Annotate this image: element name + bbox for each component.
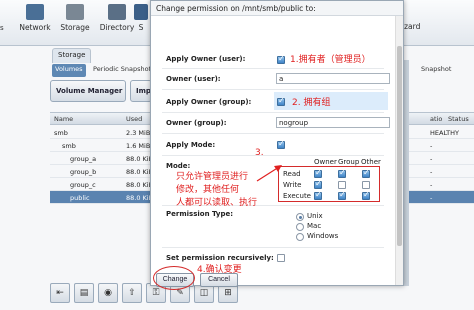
mode-label: Mode:: [166, 162, 191, 170]
upgrade-icon[interactable]: ⇧: [122, 283, 142, 303]
toolbar-wizard-label[interactable]: izard: [402, 22, 420, 31]
recursive-label: Set permission recursively:: [166, 254, 274, 262]
mode-read-owner-checkbox[interactable]: [314, 168, 322, 178]
row-status: -: [430, 181, 433, 189]
dialog-title: Change permission on /mnt/smb/public to:: [156, 4, 316, 13]
storage-icon: [66, 4, 84, 20]
toolbar-storage-label: Storage: [60, 23, 90, 32]
divider: [162, 68, 384, 69]
annotation-mode-line-1: 只允许管理员进行: [176, 172, 249, 182]
apply-owner-group-checkbox[interactable]: [277, 96, 285, 106]
mode-execute-owner-checkbox[interactable]: [314, 190, 322, 200]
col-ratio[interactable]: atio: [430, 115, 442, 123]
permission-type-mac-label: Mac: [307, 222, 322, 230]
row-used: 2.3 MiB: [126, 129, 151, 137]
row-used: 1.6 MiB: [126, 142, 151, 150]
dialog-scrollbar-thumb[interactable]: [397, 46, 402, 246]
subtab-snapshot[interactable]: Snapshot: [418, 64, 454, 77]
permission-type-windows-radio[interactable]: [296, 233, 304, 241]
cancel-button[interactable]: Cancel: [200, 273, 238, 287]
owner-user-select[interactable]: a: [276, 73, 390, 84]
apply-mode-checkbox[interactable]: [277, 139, 285, 149]
row-name: group_a: [70, 155, 97, 163]
row-status: HEALTHY: [430, 129, 459, 137]
col-used[interactable]: Used: [126, 115, 142, 123]
mode-row-write: Write: [283, 181, 302, 189]
scrub-icon[interactable]: ▤: [74, 283, 94, 303]
row-status: -: [430, 168, 433, 176]
mode-write-owner-checkbox[interactable]: [314, 179, 322, 189]
directory-icon: [108, 4, 126, 20]
mode-col-group: Group: [338, 158, 360, 166]
toolbar-storage[interactable]: Storage: [54, 4, 96, 32]
mode-write-other-checkbox[interactable]: [362, 181, 370, 189]
row-name: smb: [62, 142, 76, 150]
row-status: -: [430, 142, 433, 150]
mode-execute-group-checkbox[interactable]: [338, 190, 346, 200]
mode-execute-other-checkbox[interactable]: [362, 190, 370, 200]
toolbar-network[interactable]: Network: [14, 4, 56, 32]
row-name: group_c: [70, 181, 96, 189]
apply-owner-group-label: Apply Owner (group):: [166, 98, 252, 106]
col-name[interactable]: Name: [54, 115, 73, 123]
import-button[interactable]: Impo: [130, 80, 156, 102]
row-status: -: [430, 155, 433, 163]
divider: [162, 133, 384, 134]
change-highlight-ellipse: [153, 266, 195, 290]
mode-row-execute: Execute: [283, 192, 311, 200]
subtab-volumes[interactable]: Volumes: [52, 64, 86, 77]
toolbar-directory-label: Directory: [99, 23, 135, 32]
panel-scrollbar[interactable]: [404, 60, 409, 286]
annotation-owner-user: 1.拥有者（管理员）: [290, 55, 371, 65]
permission-type-windows-label: Windows: [307, 232, 339, 240]
row-status: -: [430, 194, 433, 202]
detach-icon[interactable]: ⇤: [50, 283, 70, 303]
dialog-titlebar[interactable]: Change permission on /mnt/smb/public to:: [151, 1, 403, 16]
permission-type-unix-radio[interactable]: [296, 213, 304, 221]
network-icon: [26, 4, 44, 20]
mode-col-owner: Owner: [314, 158, 337, 166]
row-name: group_b: [70, 168, 97, 176]
mode-col-other: Other: [361, 158, 381, 166]
tab-storage[interactable]: Storage: [52, 48, 92, 63]
divider: [162, 247, 384, 248]
sharing-icon: [134, 4, 148, 20]
mode-write-group-checkbox[interactable]: [338, 181, 346, 189]
toolbar-sharing[interactable]: S: [132, 4, 150, 32]
annotation-arrow: [256, 165, 282, 182]
apply-mode-label: Apply Mode:: [166, 141, 216, 149]
recursive-checkbox[interactable]: [277, 254, 285, 262]
apply-owner-user-checkbox[interactable]: [277, 54, 285, 64]
volume-manager-button[interactable]: Volume Manager: [50, 80, 126, 102]
annotation-confirm: 4.确认变更: [197, 265, 242, 275]
permission-type-unix-label: Unix: [307, 212, 323, 220]
permission-type-label: Permission Type:: [166, 210, 234, 218]
apply-owner-user-label: Apply Owner (user):: [166, 55, 246, 63]
row-name: smb: [54, 129, 68, 137]
subtab-periodic-snapshot[interactable]: Periodic Snapshot: [90, 64, 154, 77]
toolbar-network-label: Network: [19, 23, 51, 32]
permission-type-mac-radio[interactable]: [296, 223, 304, 231]
mode-read-other-checkbox[interactable]: [362, 168, 370, 178]
divider: [162, 89, 384, 90]
status-icon[interactable]: ◉: [98, 283, 118, 303]
toolbar-sharing-label: S: [138, 23, 144, 32]
annotation-mode-line-3: 人都可以读取、执行: [176, 198, 258, 208]
mode-row-read: Read: [283, 170, 301, 178]
annotation-owner-group: 2. 拥有组: [292, 98, 331, 108]
mode-read-group-checkbox[interactable]: [338, 168, 346, 178]
toolbar-left-stub: s: [0, 24, 4, 32]
divider: [162, 112, 384, 113]
owner-group-select[interactable]: nogroup: [276, 117, 390, 128]
dialog-scrollbar[interactable]: [395, 16, 403, 285]
owner-user-label: Owner (user):: [166, 75, 221, 83]
col-status[interactable]: Status: [448, 115, 469, 123]
annotation-mode-text: 只允许管理员进行 修改，其他任何 人都可以读取、执行: [176, 171, 257, 210]
owner-group-label: Owner (group):: [166, 119, 227, 127]
row-name: public: [70, 194, 90, 202]
annotation-mode-line-2: 修改，其他任何: [176, 185, 240, 195]
